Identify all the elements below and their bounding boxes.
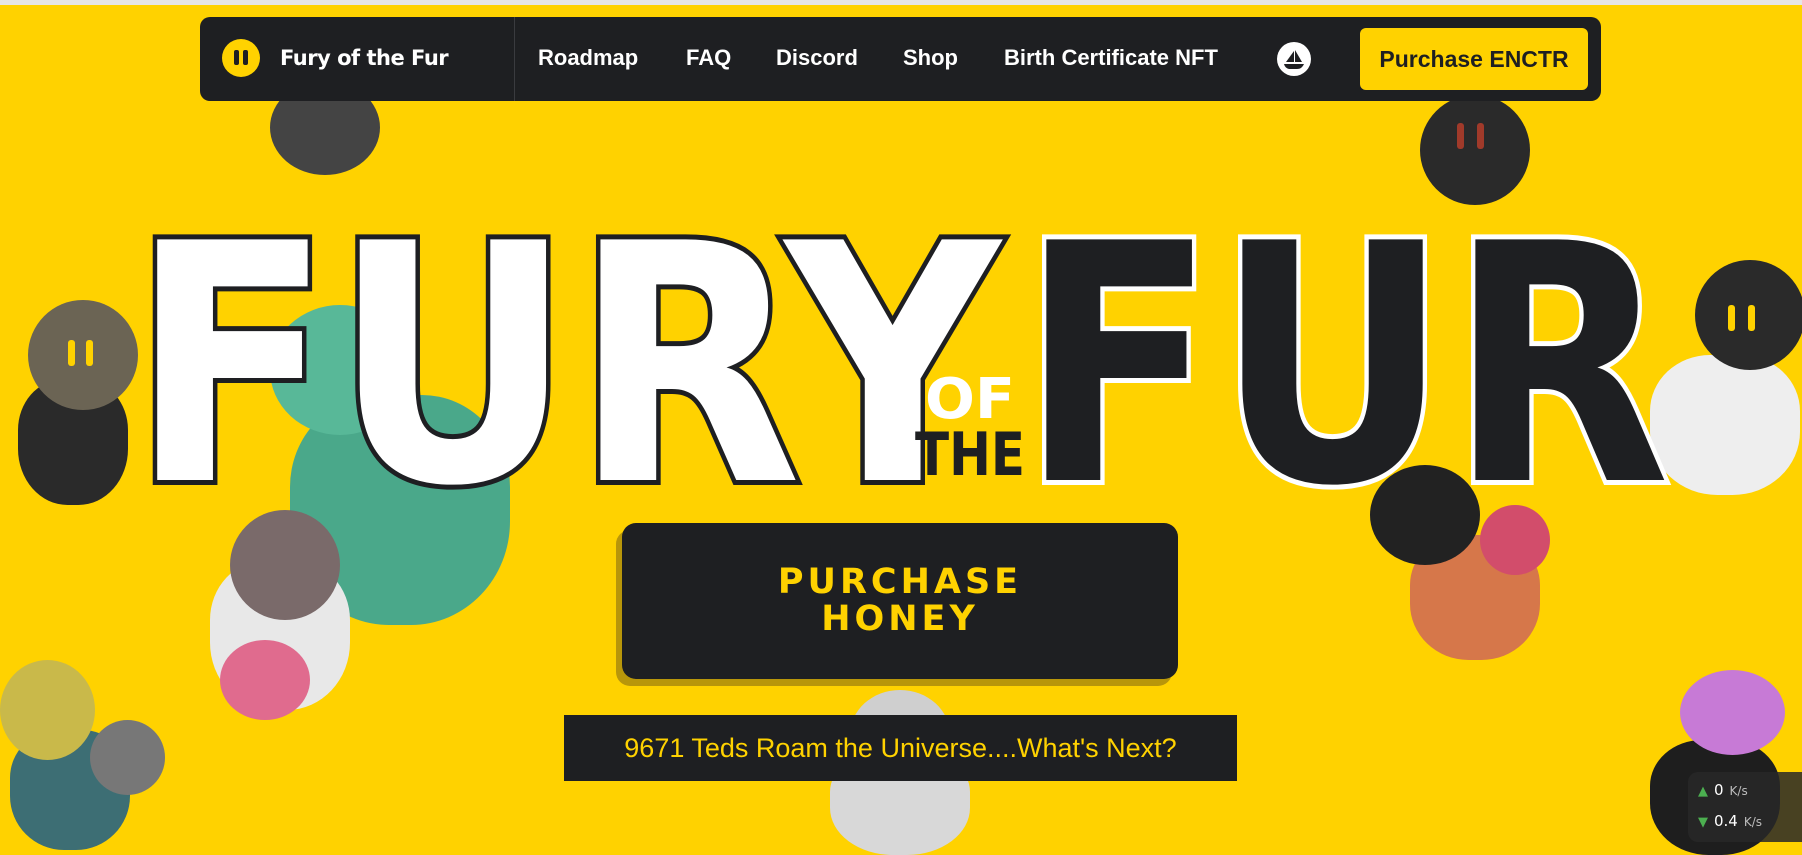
upload-arrow-icon: ▲ [1698, 784, 1708, 799]
hero-title-fur: FUR [1020, 174, 1670, 558]
download-speed-value: 0.4 [1714, 812, 1738, 830]
download-arrow-icon: ▼ [1698, 815, 1708, 830]
purchase-honey-button[interactable]: PURCHASE HONEY [622, 523, 1178, 679]
upload-speed-value: 0 [1714, 781, 1724, 799]
nav-link-shop[interactable]: Shop [903, 45, 958, 71]
bear-face-logo-icon [222, 39, 260, 77]
nav-link-discord[interactable]: Discord [776, 45, 858, 71]
nav-link-roadmap[interactable]: Roadmap [538, 45, 638, 71]
upload-speed-unit: K/s [1729, 784, 1748, 798]
opensea-boat-icon[interactable] [1277, 42, 1311, 76]
hero-title-fury: FURY [130, 174, 1003, 558]
nav-link-faq[interactable]: FAQ [686, 45, 731, 71]
brand-link[interactable]: Fury of the Fur [222, 39, 449, 77]
purchase-honey-line-1: PURCHASE [777, 562, 1023, 602]
download-speed-unit: K/s [1743, 815, 1763, 829]
nav-link-birth-certificate-nft[interactable]: Birth Certificate NFT [1004, 45, 1218, 71]
purchase-enctr-button[interactable]: Purchase ENCTR [1360, 28, 1588, 90]
brand-name: Fury of the Fur [280, 46, 449, 70]
hero-title-the: THE [915, 420, 1025, 490]
hero-tagline: 9671 Teds Roam the Universe....What's Ne… [564, 715, 1237, 781]
network-speed-widget: ▲ 0 K/s ▼ 0.4 K/s [1688, 772, 1802, 842]
top-navbar: Fury of the Fur Roadmap FAQ Discord Shop… [200, 17, 1601, 101]
nav-divider [514, 17, 515, 101]
purchase-honey-line-2: HONEY [821, 599, 979, 639]
